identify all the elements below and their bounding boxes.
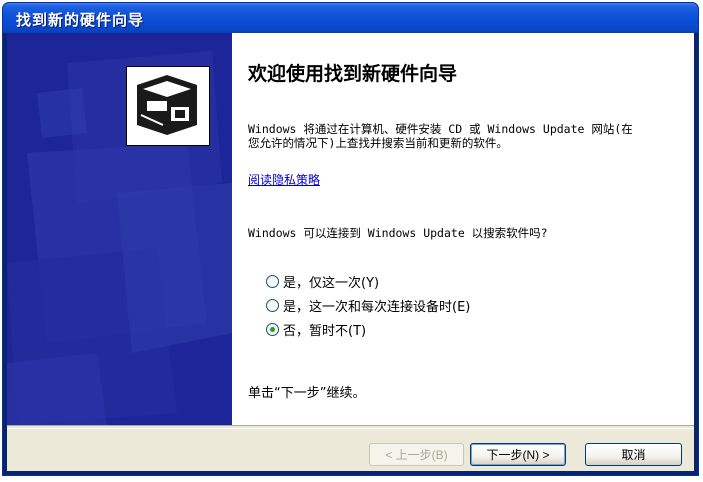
wizard-heading: 欢迎使用找到新硬件向导 — [248, 63, 458, 85]
button-divider — [7, 425, 694, 429]
privacy-policy-link[interactable]: 阅读隐私策略 — [248, 171, 320, 188]
wizard-client-area: 欢迎使用找到新硬件向导 Windows 将通过在计算机、硬件安装 CD 或 Wi… — [7, 33, 694, 471]
wizard-side-panel — [7, 33, 232, 425]
option-yes-always[interactable]: 是，这一次和每次连接设备时(E) — [266, 293, 470, 317]
wizard-window: 找到新的硬件向导 欢迎使用找到新硬件向导 Windows 将通过在计算机、硬件安… — [2, 2, 699, 476]
window-title: 找到新的硬件向导 — [16, 11, 145, 29]
radio-button-checked[interactable] — [266, 322, 279, 336]
radio-button[interactable] — [266, 298, 279, 312]
back-button[interactable]: < 上一步(B) — [369, 443, 464, 466]
option-label: 是，这一次和每次连接设备时(E) — [283, 299, 471, 315]
next-button[interactable]: 下一步(N) > — [470, 443, 566, 466]
option-no-not-now[interactable]: 否，暂时不(T) — [266, 317, 470, 341]
cancel-button[interactable]: 取消 — [585, 443, 682, 466]
title-bar[interactable]: 找到新的硬件向导 — [3, 3, 698, 33]
radio-button[interactable] — [266, 274, 279, 288]
continue-instruction: 单击“下一步”继续。 — [248, 386, 366, 401]
option-yes-once[interactable]: 是，仅这一次(Y) — [266, 269, 470, 293]
wizard-description: Windows 将通过在计算机、硬件安装 CD 或 Windows Update… — [248, 122, 633, 150]
update-options: 是，仅这一次(Y) 是，这一次和每次连接设备时(E) 否，暂时不(T) — [266, 269, 470, 341]
hardware-card-icon — [126, 66, 210, 146]
option-label: 是，仅这一次(Y) — [283, 275, 380, 291]
option-label: 否，暂时不(T) — [283, 323, 367, 339]
wizard-content: 欢迎使用找到新硬件向导 Windows 将通过在计算机、硬件安装 CD 或 Wi… — [232, 33, 694, 425]
update-question: Windows 可以连接到 Windows Update 以搜索软件吗? — [248, 226, 548, 240]
